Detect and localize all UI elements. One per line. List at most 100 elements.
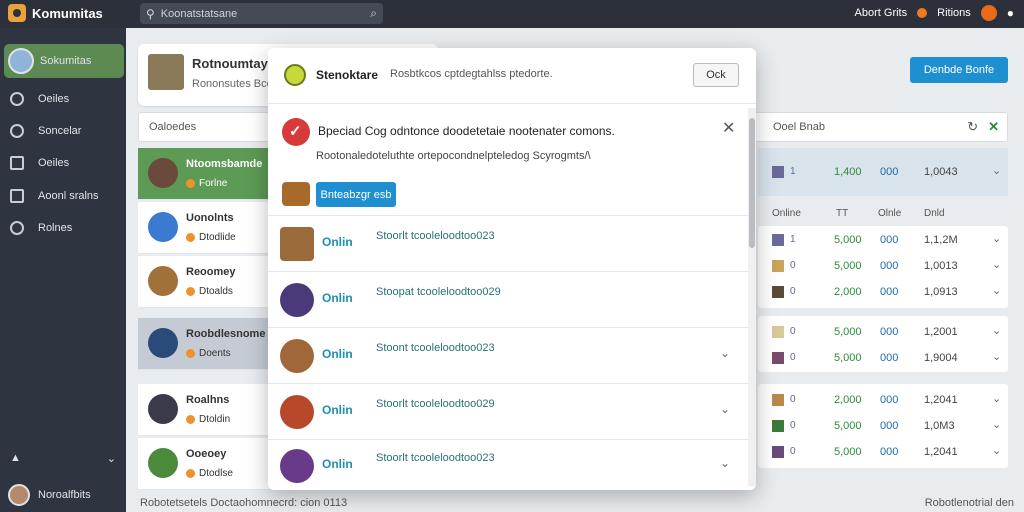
app-logo[interactable]: Komumitas bbox=[8, 4, 103, 22]
list-item[interactable]: Onlin Stoorlt tcooleloodtoo023 bbox=[268, 216, 748, 272]
status-dot-icon bbox=[186, 233, 195, 242]
filter-left-label[interactable]: Oaloedes bbox=[149, 121, 196, 133]
profile-image bbox=[148, 54, 184, 90]
list-item-name: Reoomey bbox=[186, 266, 236, 278]
primary-action-button[interactable]: Denbde Bonfe bbox=[910, 57, 1008, 83]
sidebar-item-2[interactable]: Soncelar bbox=[10, 124, 81, 138]
list-item[interactable]: Ooeoey Dtodlse bbox=[138, 438, 270, 490]
avatar bbox=[148, 448, 178, 478]
notice-action-button[interactable]: Bnteabzgr esb bbox=[316, 182, 396, 207]
list-item-sub-text: Dtodlse bbox=[199, 468, 233, 479]
search-input[interactable] bbox=[160, 7, 365, 20]
row-rank: 0 bbox=[790, 394, 796, 405]
logo-icon bbox=[8, 4, 26, 22]
list-item[interactable]: Ntoomsbamde Forlne bbox=[138, 148, 270, 200]
table-row[interactable]: 0 5,000 000 1,0013 ⌄ bbox=[758, 254, 1008, 280]
chevron-down-icon[interactable]: ⌄ bbox=[992, 164, 1001, 177]
row-text: Stoorlt tcooleloodtoo023 bbox=[376, 452, 495, 464]
list-item[interactable]: Onlin Stoont tcooleloodtoo023 ⌄ bbox=[268, 328, 748, 384]
row-value: 000 bbox=[880, 352, 899, 364]
sidebar-collapse-toggle[interactable]: ▲ ⌄ bbox=[10, 452, 116, 465]
table-row[interactable]: 0 2,000 000 1,0913 ⌄ bbox=[758, 280, 1008, 306]
chevron-down-icon[interactable]: ⌄ bbox=[720, 346, 730, 360]
table-row[interactable]: 1 1,400 000 1,0043 ⌄ bbox=[758, 148, 1008, 196]
row-number: 1,0043 bbox=[924, 166, 958, 178]
about-link[interactable]: Abort Grits bbox=[855, 7, 908, 19]
close-icon[interactable]: ✕ bbox=[988, 119, 999, 135]
user-avatar[interactable] bbox=[980, 5, 997, 21]
sidebar-active-user[interactable]: Sokumitas bbox=[4, 44, 124, 78]
gift-icon bbox=[282, 182, 310, 206]
settings-icon[interactable]: ● bbox=[1007, 6, 1014, 20]
list-item[interactable]: Onlin Stoorlt tcooleloodtoo029 ⌄ bbox=[268, 384, 748, 440]
notification-icon[interactable] bbox=[917, 8, 928, 18]
chevron-down-icon[interactable]: ⌄ bbox=[992, 350, 1001, 363]
grid-icon bbox=[10, 156, 24, 170]
table-row[interactable]: 0 2,000 000 1,2041 ⌄ bbox=[758, 388, 1008, 414]
row-number: 1,2041 bbox=[924, 446, 958, 458]
close-icon[interactable]: ✕ bbox=[722, 118, 735, 138]
filter-right-label[interactable]: Ooel Bnab bbox=[773, 121, 825, 133]
chevron-down-icon[interactable]: ⌄ bbox=[992, 418, 1001, 431]
col-header: Olnle bbox=[878, 208, 902, 219]
row-number: 1,9004 bbox=[924, 352, 958, 364]
notice-title: Bpeciad Cog odntonce doodetetaie nootena… bbox=[318, 124, 615, 138]
chevron-down-icon[interactable]: ⌄ bbox=[720, 402, 730, 416]
search-bar[interactable]: ⚲ ⌕ bbox=[140, 3, 383, 24]
avatar bbox=[148, 266, 178, 296]
row-points: 2,000 bbox=[834, 286, 862, 298]
list-item-sub-text: Dtoalds bbox=[199, 286, 233, 297]
table-row[interactable]: 0 5,000 000 1,0M3 ⌄ bbox=[758, 414, 1008, 440]
list-item-name: Roobdlesnome bbox=[186, 328, 266, 340]
row-rank: 1 bbox=[790, 234, 796, 245]
list-item[interactable]: Uonolnts Dtodlide bbox=[138, 202, 270, 254]
chevron-down-icon[interactable]: ⌄ bbox=[992, 284, 1001, 297]
chevron-down-icon[interactable]: ⌄ bbox=[992, 324, 1001, 337]
list-item-sub: Dtodlide bbox=[186, 232, 236, 243]
list-item[interactable]: Onlin Stoorlt tcooleloodtoo023 ⌄ bbox=[268, 438, 748, 490]
list-item[interactable]: Roalhns Dtoldin bbox=[138, 384, 270, 436]
chevron-down-icon[interactable]: ⌄ bbox=[992, 258, 1001, 271]
table-row[interactable]: 0 5,000 000 1,2041 ⌄ bbox=[758, 440, 1008, 466]
list-item-name: Ooeoey bbox=[186, 448, 227, 460]
options-link[interactable]: Ritions bbox=[937, 7, 971, 19]
sidebar-item-3[interactable]: Oeiles bbox=[10, 156, 69, 170]
list-item-name: Uonolnts bbox=[186, 212, 234, 224]
list-item[interactable]: Reoomey Dtoalds bbox=[138, 256, 270, 308]
avatar bbox=[148, 394, 178, 424]
row-rank: 0 bbox=[790, 260, 796, 271]
ok-button[interactable]: Ock bbox=[693, 63, 739, 87]
scrollbar-thumb[interactable] bbox=[749, 118, 755, 248]
table-row[interactable]: 0 5,000 000 1,9004 ⌄ bbox=[758, 346, 1008, 372]
status-label: Onlin bbox=[322, 347, 353, 361]
chevron-down-icon[interactable]: ⌄ bbox=[992, 444, 1001, 457]
filter-actions: ↻ ✕ bbox=[967, 119, 999, 135]
modal-header: Stenoktare Rosbtkcos cptdegtahlss ptedor… bbox=[268, 48, 756, 104]
row-rank: 1 bbox=[790, 166, 796, 177]
chevron-down-icon[interactable]: ⌄ bbox=[992, 392, 1001, 405]
list-item[interactable]: Onlin Stoopat tcooleloodtoo029 bbox=[268, 272, 748, 328]
list-item-sub: Dtoalds bbox=[186, 286, 233, 297]
table-row[interactable]: 0 5,000 000 1,2001 ⌄ bbox=[758, 320, 1008, 346]
list-item[interactable]: Roobdlesnome Doents bbox=[138, 318, 270, 370]
person-icon: ⚲ bbox=[146, 6, 155, 21]
sidebar-item-5[interactable]: Rolnes bbox=[10, 221, 72, 235]
refresh-icon[interactable]: ↻ bbox=[967, 119, 978, 135]
sidebar-active-label: Sokumitas bbox=[40, 55, 92, 67]
scrollbar[interactable] bbox=[748, 108, 756, 486]
group-card: 1 5,000 000 1,1,2M ⌄ 0 5,000 000 1,0013 … bbox=[758, 226, 1008, 308]
chevron-down-icon[interactable]: ⌄ bbox=[992, 232, 1001, 245]
row-value: 000 bbox=[880, 260, 899, 272]
group-icon: ▲ bbox=[10, 452, 21, 464]
sidebar-bottom-user[interactable]: Noroalfbits bbox=[8, 484, 91, 506]
row-value: 000 bbox=[880, 166, 899, 178]
sidebar-item-1[interactable]: Oeiles bbox=[10, 92, 69, 106]
table-row[interactable]: 1 5,000 000 1,1,2M ⌄ bbox=[758, 228, 1008, 254]
row-points: 5,000 bbox=[834, 326, 862, 338]
profile-subtitle: Rononsutes Bcoe bbox=[192, 78, 279, 90]
status-label: Onlin bbox=[322, 235, 353, 249]
chevron-down-icon[interactable]: ⌄ bbox=[720, 456, 730, 470]
modal-dialog: Stenoktare Rosbtkcos cptdegtahlss ptedor… bbox=[268, 48, 756, 490]
search-icon[interactable]: ⌕ bbox=[370, 6, 377, 21]
sidebar-item-4[interactable]: Aoonl sralns bbox=[10, 189, 99, 203]
